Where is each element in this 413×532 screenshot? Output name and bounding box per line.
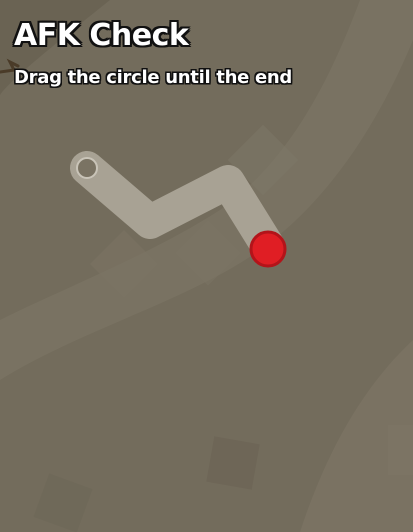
start-marker-icon <box>76 157 98 179</box>
instruction-text: Drag the circle until the end <box>14 67 292 88</box>
page-title: AFK Check <box>14 18 189 53</box>
drag-track <box>70 151 286 265</box>
afk-check-screen: AFK Check Drag the circle until the end <box>0 0 413 532</box>
drag-handle[interactable] <box>249 230 287 268</box>
